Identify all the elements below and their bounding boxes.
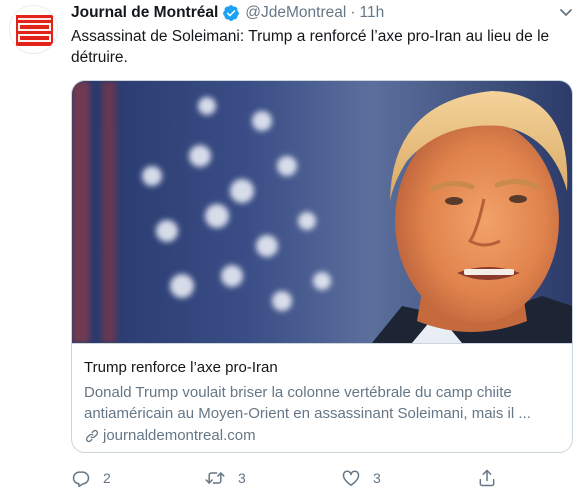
- card-domain-text[interactable]: journaldemontreal.com: [103, 426, 256, 446]
- reply-icon: [72, 471, 90, 488]
- card-image[interactable]: [72, 81, 572, 344]
- chevron-down-icon[interactable]: [558, 6, 574, 20]
- link-card[interactable]: Trump renforce l’axe pro-Iran Donald Tru…: [71, 80, 573, 453]
- account-name[interactable]: Journal de Montréal: [71, 4, 218, 22]
- retweet-icon: [205, 472, 225, 484]
- tweet-header: Journal de Montréal @JdeMontreal · 11h: [71, 3, 384, 23]
- card-domain[interactable]: journaldemontreal.com: [84, 426, 560, 446]
- tweet-actions: 2 3 3: [71, 468, 501, 490]
- card-title[interactable]: Trump renforce l’axe pro-Iran: [84, 358, 560, 378]
- share-button[interactable]: [477, 468, 497, 488]
- avatar[interactable]: [9, 5, 58, 54]
- retweet-count: 3: [238, 470, 246, 486]
- retweet-button[interactable]: 3: [204, 468, 246, 488]
- like-count: 3: [373, 470, 381, 486]
- heart-icon: [342, 470, 360, 486]
- card-description: Donald Trump voulait briser la colonne v…: [84, 384, 531, 422]
- like-button[interactable]: 3: [341, 468, 381, 488]
- share-icon: [479, 469, 495, 487]
- verified-badge-icon: [222, 4, 240, 22]
- link-icon: [85, 429, 99, 443]
- tweet-text: Assassinat de Soleimani: Trump a renforc…: [71, 28, 550, 66]
- card-body[interactable]: Trump renforce l’axe pro-Iran Donald Tru…: [72, 344, 572, 446]
- account-handle[interactable]: @JdeMontreal: [245, 4, 346, 22]
- separator-dot: ·: [350, 4, 356, 21]
- tweet-timestamp[interactable]: 11h: [359, 4, 384, 22]
- photo-icon: [72, 81, 572, 343]
- reply-count: 2: [103, 470, 111, 486]
- tweet[interactable]: Journal de Montréal @JdeMontreal · 11h A…: [0, 0, 584, 498]
- journal-logo-icon: [10, 6, 57, 53]
- reply-button[interactable]: 2: [71, 468, 111, 488]
